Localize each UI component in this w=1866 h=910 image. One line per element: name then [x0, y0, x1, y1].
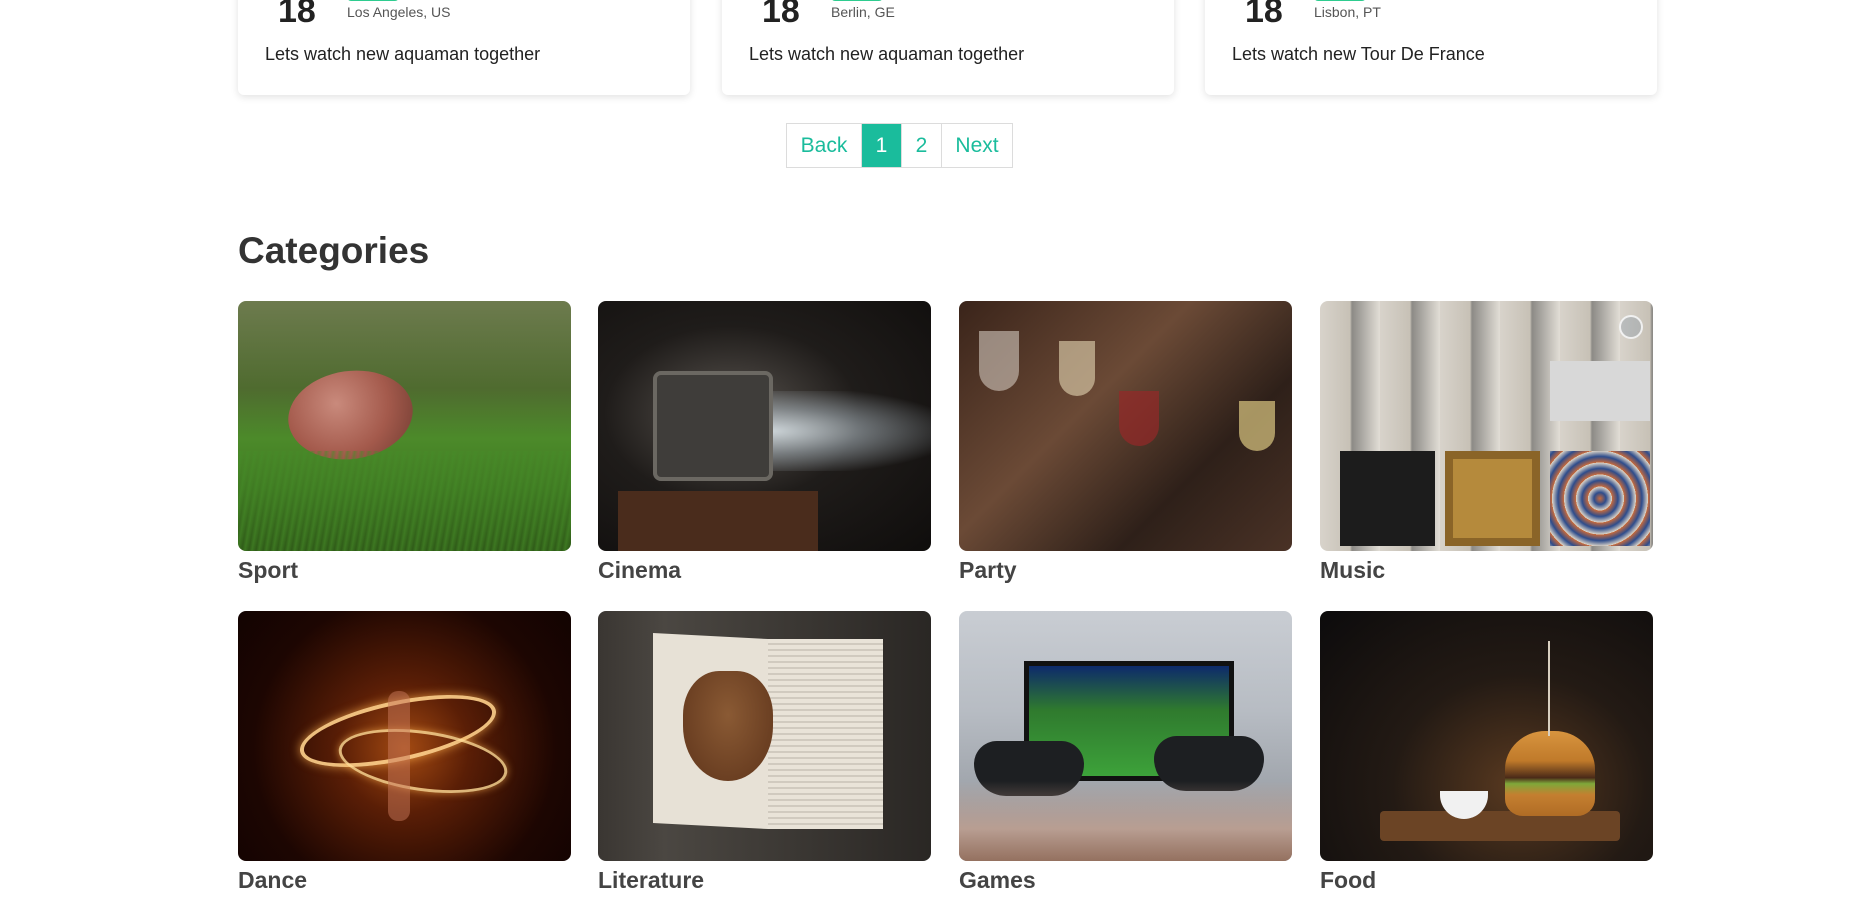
- event-tag: [831, 0, 883, 1]
- category-party[interactable]: Party: [959, 301, 1292, 584]
- book-page-shape: [768, 639, 883, 829]
- page: 18 Los Angeles, US Lets watch new aquama…: [0, 0, 1866, 910]
- event-tag: [347, 0, 399, 1]
- literature-image[interactable]: [598, 611, 931, 861]
- dancer-shape: [388, 691, 410, 821]
- event-card[interactable]: 18 Lisbon, PT Lets watch new Tour De Fra…: [1205, 0, 1657, 95]
- hands-shape: [959, 781, 1292, 861]
- category-label[interactable]: Literature: [598, 867, 931, 894]
- pagination-page-1[interactable]: 1: [862, 124, 902, 167]
- record-cover-shape: [1550, 361, 1650, 421]
- category-cinema[interactable]: Cinema: [598, 301, 931, 584]
- event-location: Lisbon, PT: [1314, 4, 1381, 20]
- event-day: 18: [762, 0, 800, 30]
- table-shape: [618, 491, 818, 551]
- event-day: 18: [278, 0, 316, 30]
- party-image[interactable]: [959, 301, 1292, 551]
- games-image[interactable]: [959, 611, 1292, 861]
- grass-shape: [238, 451, 571, 551]
- event-day: 18: [1245, 0, 1283, 30]
- event-card[interactable]: 18 Los Angeles, US Lets watch new aquama…: [238, 0, 690, 95]
- category-food[interactable]: Food: [1320, 611, 1653, 894]
- category-games[interactable]: Games: [959, 611, 1292, 894]
- music-image[interactable]: [1320, 301, 1653, 551]
- event-location: Berlin, GE: [831, 4, 895, 20]
- event-title[interactable]: Lets watch new aquaman together: [265, 44, 540, 65]
- event-location: Los Angeles, US: [347, 4, 451, 20]
- category-label[interactable]: Games: [959, 867, 1292, 894]
- sport-image[interactable]: [238, 301, 571, 551]
- category-label[interactable]: Party: [959, 557, 1292, 584]
- pagination-back-button[interactable]: Back: [787, 124, 862, 167]
- categories-heading: Categories: [238, 230, 430, 271]
- record-cover-shape: [1445, 451, 1540, 546]
- food-image[interactable]: [1320, 611, 1653, 861]
- category-label[interactable]: Sport: [238, 557, 571, 584]
- leaf-shape: [683, 671, 773, 781]
- pagination-next-button[interactable]: Next: [942, 124, 1012, 167]
- cinema-image[interactable]: [598, 301, 931, 551]
- board-shape: [1380, 811, 1620, 841]
- category-music[interactable]: Music: [1320, 301, 1653, 584]
- event-title[interactable]: Lets watch new aquaman together: [749, 44, 1024, 65]
- glass-shape: [979, 331, 1019, 391]
- category-label[interactable]: Cinema: [598, 557, 931, 584]
- category-label[interactable]: Dance: [238, 867, 571, 894]
- event-card[interactable]: 18 Berlin, GE Lets watch new aquaman tog…: [722, 0, 1174, 95]
- dance-image[interactable]: [238, 611, 571, 861]
- glass-shape: [1059, 341, 1095, 396]
- event-title[interactable]: Lets watch new Tour De France: [1232, 44, 1485, 65]
- fire-hoop-shape: [334, 719, 512, 803]
- category-label[interactable]: Food: [1320, 867, 1653, 894]
- pagination: Back 1 2 Next: [786, 123, 1013, 168]
- record-cover-shape: [1340, 451, 1435, 546]
- pagination-page-2[interactable]: 2: [902, 124, 942, 167]
- lens-icon[interactable]: [1619, 315, 1643, 339]
- glass-shape: [1239, 401, 1275, 451]
- event-tag: [1314, 0, 1366, 1]
- category-dance[interactable]: Dance: [238, 611, 571, 894]
- projector-shape: [653, 371, 773, 481]
- light-beam-shape: [768, 391, 931, 471]
- burger-shape: [1505, 731, 1595, 816]
- category-sport[interactable]: Sport: [238, 301, 571, 584]
- glass-shape: [1119, 391, 1159, 446]
- record-cover-shape: [1550, 451, 1650, 546]
- category-label[interactable]: Music: [1320, 557, 1653, 584]
- category-literature[interactable]: Literature: [598, 611, 931, 894]
- skewer-shape: [1548, 641, 1550, 736]
